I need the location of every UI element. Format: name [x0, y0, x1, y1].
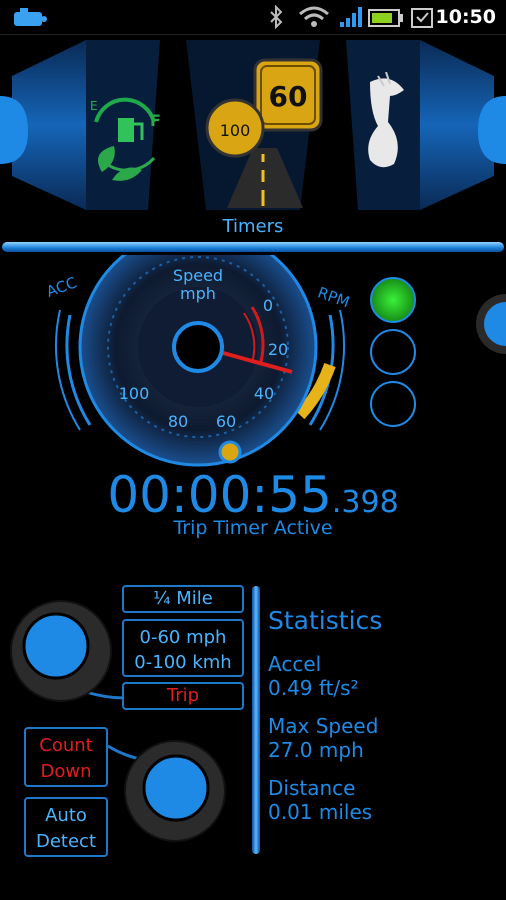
svg-text:E: E: [90, 99, 98, 113]
svg-text:20: 20: [268, 340, 288, 359]
count-down-label-2: Down: [40, 761, 92, 782]
stats-divider: [252, 586, 260, 854]
header-divider: [2, 242, 504, 252]
speed-signs-icon[interactable]: 60 100: [205, 58, 325, 208]
statistics-title: Statistics: [268, 606, 383, 635]
count-down-label-1: Count: [39, 735, 93, 756]
timer-main: 00:00:55: [107, 466, 332, 524]
trip-timer: 00:00:55.398: [0, 466, 506, 524]
clock: 10:50: [435, 6, 496, 28]
auto-detect-button[interactable]: Auto Detect: [24, 797, 108, 857]
accel-label: Accel: [268, 652, 322, 676]
svg-text:ACC: ACC: [44, 273, 79, 301]
mode-title: Timers: [222, 216, 284, 237]
notification-icon: [411, 8, 433, 28]
max-speed-value: 27.0 mph: [268, 738, 364, 762]
max-speed-label: Max Speed: [268, 714, 379, 738]
statistics-panel: Statistics Accel 0.49 ft/s² Max Speed 27…: [268, 606, 382, 824]
svg-text:F: F: [150, 111, 161, 130]
svg-text:40: 40: [254, 384, 274, 403]
bluetooth-icon: [270, 5, 283, 29]
svg-text:100: 100: [119, 384, 150, 403]
zero-sixty-button[interactable]: 0-60 mph 0-100 kmh: [122, 619, 244, 677]
obd-app-icon: [14, 8, 47, 26]
mode-knob-bottom[interactable]: [120, 736, 230, 846]
quarter-mile-button[interactable]: ¼ Mile: [122, 585, 244, 613]
zero-sixty-label: 0-60 mph: [139, 627, 227, 648]
count-down-button[interactable]: Count Down: [24, 727, 108, 787]
wifi-icon: [299, 6, 329, 27]
svg-text:mph: mph: [180, 284, 216, 303]
horsepower-icon[interactable]: [350, 72, 420, 182]
mode-knob-top[interactable]: [6, 596, 116, 706]
accel-value: 0.49 ft/s²: [268, 676, 359, 700]
side-knob[interactable]: [470, 292, 506, 356]
battery-icon: [368, 9, 403, 27]
timer-ms: .398: [331, 485, 399, 520]
fuel-gauge-icon[interactable]: E F: [84, 62, 164, 192]
svg-text:80: 80: [168, 412, 188, 431]
status-bar: 10:50: [0, 0, 506, 35]
start-light-green: [370, 277, 416, 323]
signal-icon: [340, 7, 362, 27]
auto-detect-label-2: Detect: [35, 831, 97, 852]
trip-button[interactable]: Trip: [122, 682, 244, 710]
mode-carousel[interactable]: E F 60 100: [0, 36, 506, 216]
start-light-3: [370, 381, 416, 427]
auto-detect-label-1: Auto: [45, 805, 87, 826]
svg-text:60: 60: [269, 80, 308, 113]
svg-text:0: 0: [263, 296, 273, 315]
zero-hundred-label: 0-100 kmh: [134, 652, 232, 673]
distance-value: 0.01 miles: [268, 800, 373, 824]
svg-text:60: 60: [216, 412, 236, 431]
svg-text:Speed: Speed: [173, 266, 223, 285]
start-light-2: [370, 329, 416, 375]
distance-label: Distance: [268, 776, 356, 800]
svg-text:100: 100: [220, 121, 251, 140]
speedometer: Speed mph 0 20 40 60 80 100 ACC RPM: [44, 255, 352, 467]
timer-status: Trip Timer Active: [173, 517, 333, 539]
svg-text:RPM: RPM: [315, 283, 352, 311]
